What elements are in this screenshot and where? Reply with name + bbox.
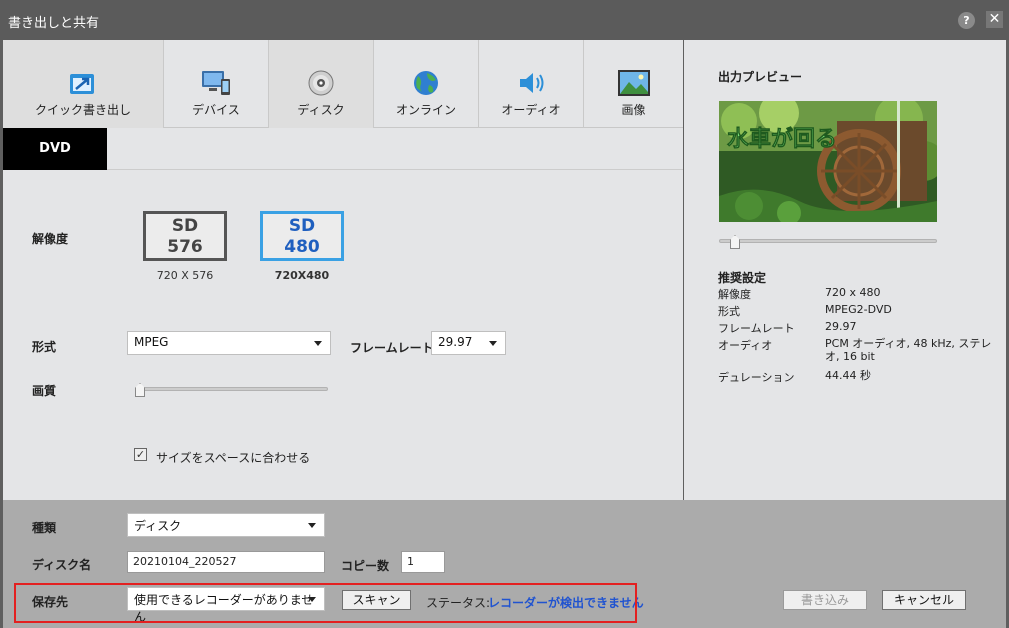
recommended-value: 44.44 秒 [825, 369, 871, 382]
recommended-key: 形式 [718, 305, 740, 318]
tab-label: ディスク [297, 103, 345, 117]
recommended-key: フレームレート [718, 322, 795, 335]
tab-label: デバイス [192, 103, 240, 117]
fit-to-space-checkbox[interactable]: ✓ [134, 448, 147, 461]
chevron-down-icon [489, 341, 497, 346]
chevron-down-icon [314, 341, 322, 346]
format-label: 形式 [32, 340, 57, 354]
window-title: 書き出しと共有 [8, 16, 100, 31]
recommended-key: 解像度 [718, 288, 751, 301]
resolution-line1: SD [171, 216, 199, 236]
framerate-select[interactable]: 29.97 [431, 331, 506, 355]
disc-icon [308, 70, 334, 96]
resolution-caption: 720 X 576 [156, 269, 214, 282]
preview-overlay-text: 水車が回る [727, 126, 837, 152]
resolution-line2: 576 [167, 237, 203, 257]
tab-label: オーディオ [501, 103, 561, 117]
output-preview-image: 水車が回る [719, 101, 937, 222]
tab-label: クイック書き出し [34, 103, 131, 117]
device-icon [202, 71, 230, 95]
tab-image[interactable]: 画像 [584, 40, 683, 128]
quality-label: 画質 [32, 384, 57, 398]
quick-export-icon [70, 74, 94, 94]
write-button[interactable]: 書き込み [783, 590, 867, 610]
disc-name-label: ディスク名 [32, 558, 92, 572]
resolution-label: 解像度 [32, 232, 69, 246]
preview-panel: 出力プレビュー 水車が回る 推奨設定 解像度 720 x 480 形式 MPEG… [684, 40, 1006, 500]
resolution-option-480[interactable]: SD 480 [260, 211, 344, 261]
tab-label: オンライン [395, 103, 456, 117]
resolution-option-576[interactable]: SD 576 [143, 211, 227, 261]
copies-input[interactable]: 1 [401, 551, 445, 573]
format-value: MPEG [134, 335, 169, 349]
title-bar: 書き出しと共有 ? ✕ [0, 0, 1009, 40]
fit-to-space-label: サイズをスペースに合わせる [156, 451, 311, 465]
quality-slider[interactable] [136, 387, 328, 391]
resolution-line1: SD [288, 216, 316, 236]
close-button[interactable]: ✕ [986, 11, 1003, 28]
tab-disc[interactable]: ディスク [269, 40, 374, 128]
copies-label: コピー数 [341, 559, 390, 573]
preview-scrubber-thumb[interactable] [730, 235, 740, 249]
preview-title: 出力プレビュー [718, 70, 803, 84]
cancel-button[interactable]: キャンセル [882, 590, 966, 610]
settings-panel: クイック書き出し デバイス ディスク オンライン オーディオ 画像 DVD 解像… [3, 40, 683, 500]
resolution-line2: 480 [284, 237, 320, 257]
recommended-title: 推奨設定 [718, 271, 767, 285]
recommended-value: 720 x 480 [825, 286, 881, 299]
waterwheel-scene-image: 水車が回る [719, 101, 937, 222]
resolution-caption: 720X480 [274, 269, 330, 282]
chevron-down-icon [308, 523, 316, 528]
format-select[interactable]: MPEG [127, 331, 331, 355]
globe-icon [414, 71, 438, 95]
quality-slider-thumb[interactable] [135, 383, 145, 397]
tab-quick-export[interactable]: クイック書き出し [3, 40, 164, 128]
type-select[interactable]: ディスク [127, 513, 325, 537]
picture-icon [617, 70, 650, 96]
tab-label: 画像 [621, 103, 646, 117]
recommended-value: 29.97 [825, 320, 857, 333]
destination-highlight-frame [14, 583, 637, 623]
tab-device[interactable]: デバイス [164, 40, 269, 128]
recommended-value: PCM オーディオ, 48 kHz, ステレオ, 16 bit [825, 337, 992, 363]
framerate-label: フレームレート [350, 341, 434, 355]
subtab-dvd[interactable]: DVD [3, 128, 107, 170]
type-label: 種類 [32, 521, 57, 535]
recommended-key: オーディオ [718, 339, 773, 352]
speaker-icon [520, 73, 544, 93]
tab-online[interactable]: オンライン [374, 40, 479, 128]
type-value: ディスク [134, 519, 182, 533]
recommended-value: MPEG2-DVD [825, 303, 892, 316]
disc-subtab-bar: DVD [3, 128, 683, 170]
disc-name-input[interactable]: 20210104_220527 [127, 551, 325, 573]
framerate-value: 29.97 [438, 335, 473, 349]
preview-scrubber[interactable] [719, 239, 937, 243]
export-tab-bar: クイック書き出し デバイス ディスク オンライン オーディオ 画像 [3, 40, 683, 128]
tab-audio[interactable]: オーディオ [479, 40, 584, 128]
recommended-key: デュレーション [718, 371, 795, 384]
help-button[interactable]: ? [958, 12, 975, 29]
